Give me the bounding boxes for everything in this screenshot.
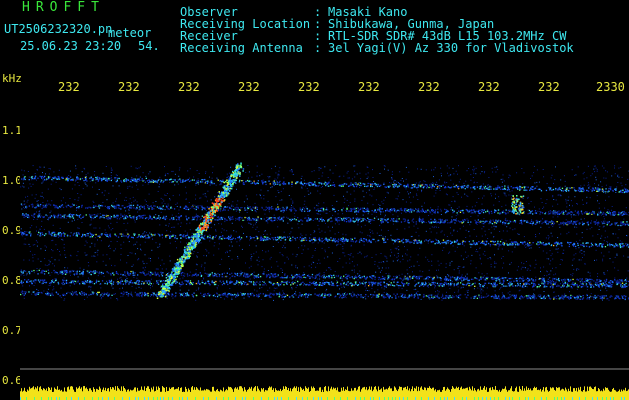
y-tick-label: 1.1 <box>2 124 22 137</box>
detection-count: 54. <box>138 39 160 53</box>
brand-title: HROFFT <box>22 0 105 15</box>
x-tick-label: 232 <box>358 80 380 94</box>
spectrogram-plot <box>20 95 629 400</box>
x-tick-label: 232 <box>178 80 200 94</box>
x-tick-label: 232 <box>298 80 320 94</box>
x-tick-label: 232 <box>238 80 260 94</box>
x-tick-label: 232 <box>418 80 440 94</box>
axis-unit-label: kHz <box>2 72 22 85</box>
x-tick-label: 2330 <box>596 80 625 94</box>
x-tick-label: 232 <box>478 80 500 94</box>
y-tick-label: 0.7 <box>2 324 22 337</box>
field-colon: : <box>314 41 322 55</box>
chart-type: meteor <box>108 26 152 40</box>
field-value-antenna: 3el Yagi(V) Az 330 for Vladivostok <box>328 41 574 55</box>
y-tick-label: 0.9 <box>2 224 22 237</box>
x-tick-label: 232 <box>118 80 140 94</box>
y-tick-label: 1.0 <box>2 174 22 187</box>
field-label-antenna: Receiving Antenna <box>180 41 303 55</box>
y-tick-label: 0.6 <box>2 374 22 387</box>
x-tick-label: 232 <box>538 80 560 94</box>
datetime: 25.06.23 23:20 <box>20 39 122 53</box>
x-tick-label: 232 <box>58 80 80 94</box>
spectrogram-canvas <box>20 162 629 400</box>
filename: UT2506232320.pn <box>4 22 113 36</box>
y-tick-label: 0.8 <box>2 274 22 287</box>
